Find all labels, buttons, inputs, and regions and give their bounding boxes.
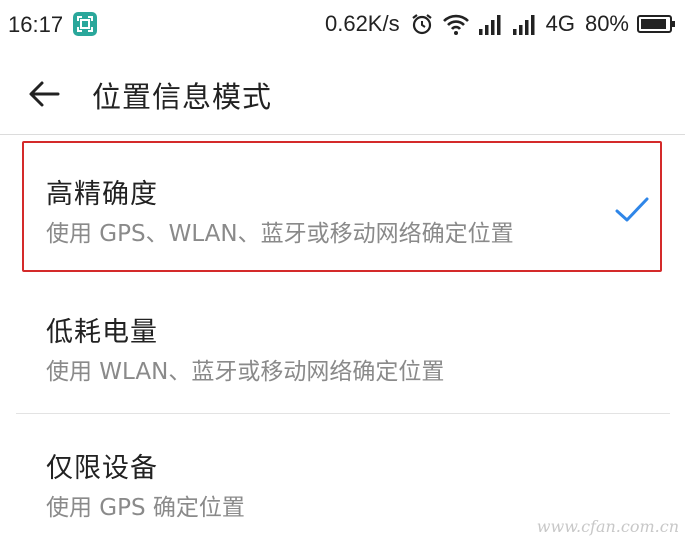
option-high-accuracy[interactable]: 高精确度 使用 GPS、WLAN、蓝牙或移动网络确定位置 [16, 142, 670, 270]
check-icon [615, 197, 649, 222]
wifi-icon [442, 14, 469, 35]
signal-icon-2 [512, 15, 535, 35]
watermark: www.cfan.com.cn [536, 517, 679, 536]
status-right: 0.62K/s 4G 80% [325, 11, 677, 37]
option-title: 低耗电量 [46, 317, 158, 348]
option-battery-saving[interactable]: 低耗电量 使用 WLAN、蓝牙或移动网络确定位置 [16, 282, 670, 412]
option-description: 使用 WLAN、蓝牙或移动网络确定位置 [46, 359, 445, 385]
arrow-left-icon[interactable] [26, 76, 62, 112]
option-description: 使用 GPS 确定位置 [46, 495, 245, 521]
battery-percent: 80% [584, 11, 629, 36]
app-bar: 位置信息模式 [0, 52, 685, 135]
network-speed: 0.62K/s [324, 11, 400, 36]
signal-icon [478, 15, 501, 35]
alarm-icon [411, 14, 432, 35]
page-title: 位置信息模式 [92, 80, 273, 114]
status-time: 16:17 [8, 12, 64, 37]
network-type: 4G [545, 11, 575, 36]
status-bar: 16:17 0.62K/s 4G 80% [0, 0, 685, 48]
option-title: 仅限设备 [46, 453, 158, 484]
option-description: 使用 GPS、WLAN、蓝牙或移动网络确定位置 [46, 221, 514, 247]
battery-icon [637, 15, 675, 33]
scan-icon [73, 12, 97, 36]
option-title: 高精确度 [46, 179, 158, 210]
